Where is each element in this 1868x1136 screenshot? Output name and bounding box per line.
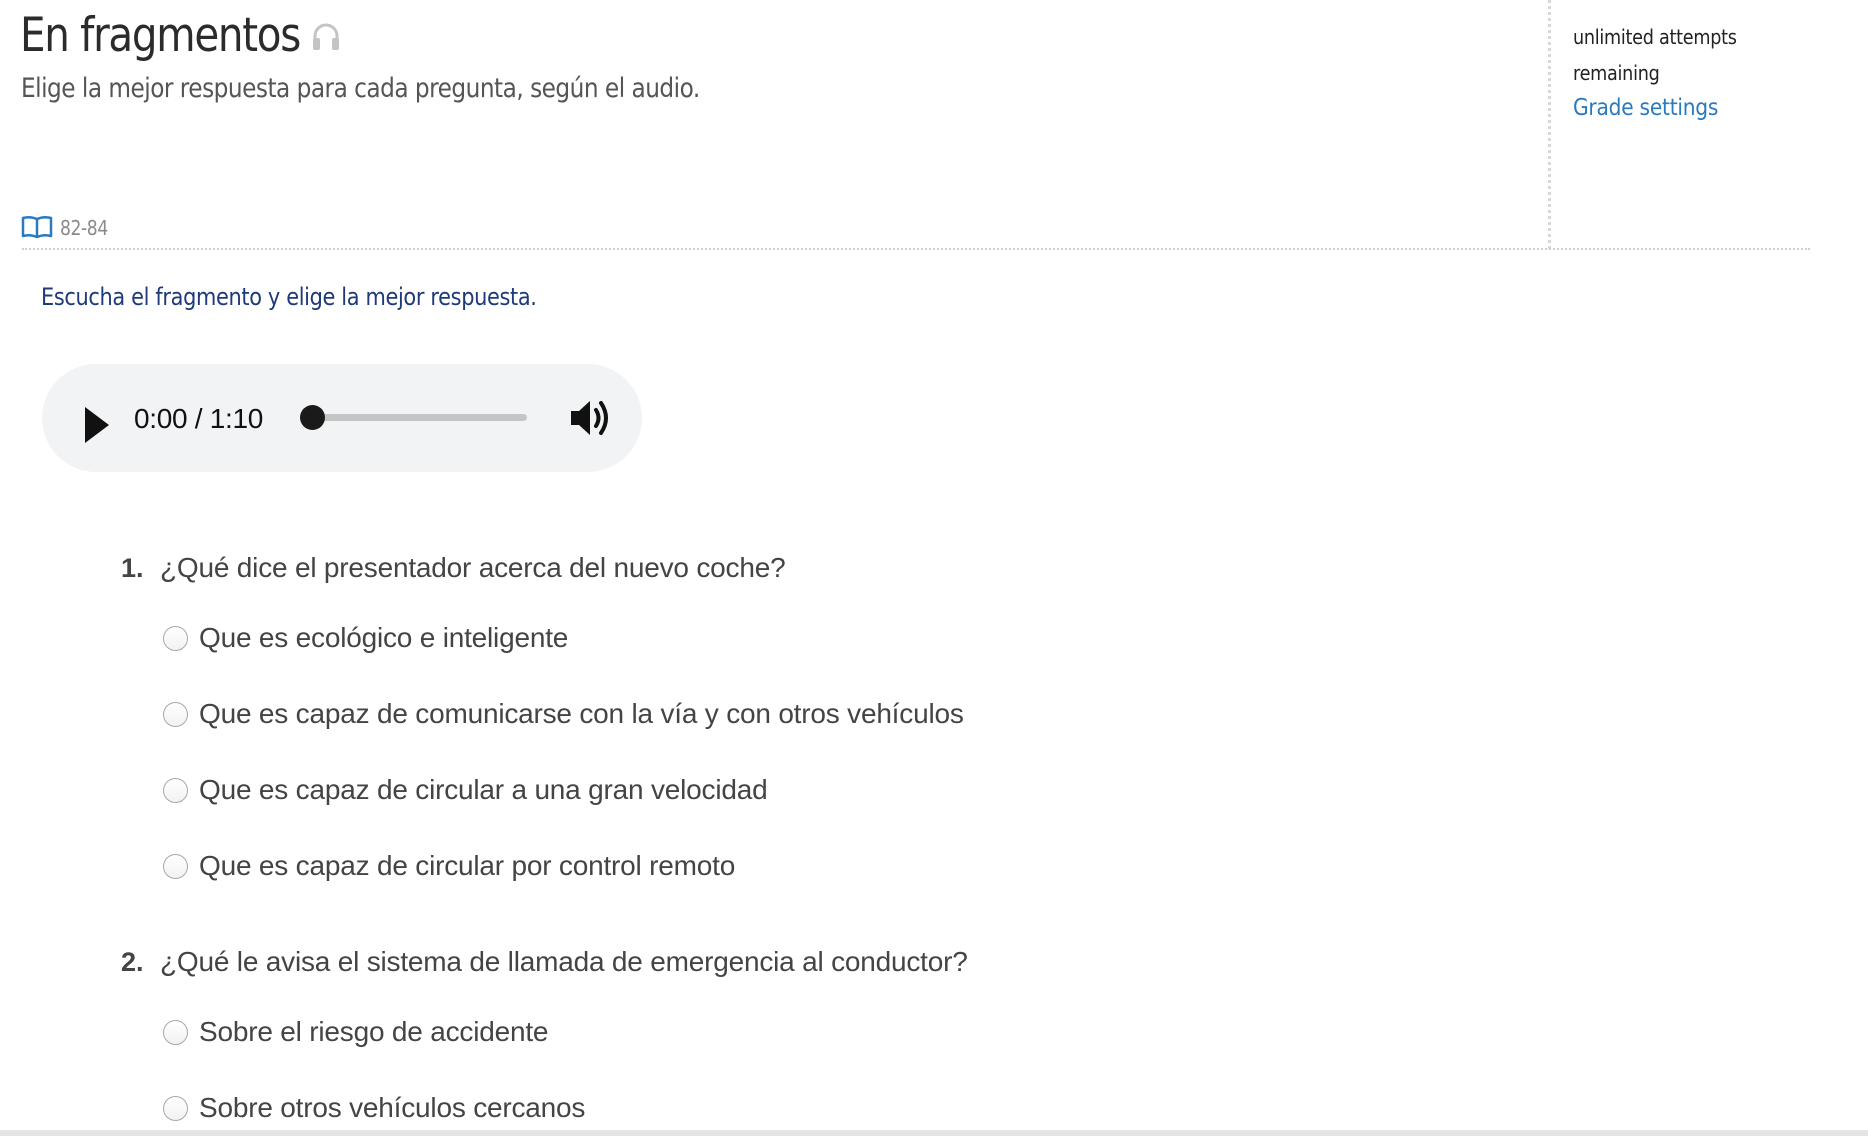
radio-button[interactable]: [163, 625, 188, 651]
answer-option[interactable]: Sobre otros vehículos cercanos: [163, 1091, 585, 1125]
activity-instruction: Escucha el fragmento y elige la mejor re…: [41, 283, 537, 311]
option-label: Que es capaz de circular a una gran velo…: [199, 774, 768, 805]
answer-option[interactable]: Sobre el riesgo de accidente: [163, 1015, 548, 1049]
option-label: Sobre el riesgo de accidente: [199, 1016, 549, 1047]
play-icon[interactable]: [84, 405, 110, 445]
radio-button[interactable]: [163, 1095, 188, 1121]
answer-option[interactable]: Que es capaz de comunicarse con la vía y…: [163, 697, 964, 731]
question-number: 2.: [121, 947, 144, 977]
option-label: Que es capaz de circular por control rem…: [199, 850, 736, 881]
audio-time-display: 0:00 / 1:10: [134, 403, 264, 434]
page-reference[interactable]: 82-84: [60, 215, 108, 241]
question-text: ¿Qué le avisa el sistema de llamada de e…: [160, 946, 968, 977]
question-text: ¿Qué dice el presentador acerca del nuev…: [160, 552, 786, 583]
bottom-scroll-area: [0, 1130, 1868, 1136]
radio-button[interactable]: [163, 777, 188, 803]
answer-option[interactable]: Que es capaz de circular a una gran velo…: [163, 773, 768, 807]
radio-button[interactable]: [163, 1019, 188, 1045]
header-divider: [22, 248, 1810, 250]
answer-option[interactable]: Que es ecológico e inteligente: [163, 621, 568, 655]
audio-progress-thumb[interactable]: [300, 405, 325, 430]
radio-button[interactable]: [163, 853, 188, 879]
audio-progress-track[interactable]: [305, 414, 527, 421]
page-subtitle: Elige la mejor respuesta para cada pregu…: [21, 73, 700, 104]
page-title: En fragmentos: [20, 8, 301, 63]
grade-settings-link[interactable]: Grade settings: [1573, 95, 1718, 121]
volume-icon[interactable]: [568, 397, 614, 439]
book-icon[interactable]: [21, 215, 53, 239]
attempts-remaining-line2: remaining: [1573, 61, 1660, 85]
question-number: 1.: [121, 553, 144, 583]
headphones-icon: [313, 23, 339, 50]
attempts-remaining-line1: unlimited attempts: [1573, 25, 1737, 49]
answer-option[interactable]: Que es capaz de circular por control rem…: [163, 849, 735, 883]
option-label: Que es ecológico e inteligente: [199, 622, 569, 653]
option-label: Que es capaz de comunicarse con la vía y…: [199, 698, 964, 729]
radio-button[interactable]: [163, 701, 188, 727]
option-label: Sobre otros vehículos cercanos: [199, 1092, 586, 1123]
side-panel-divider: [1548, 0, 1551, 249]
